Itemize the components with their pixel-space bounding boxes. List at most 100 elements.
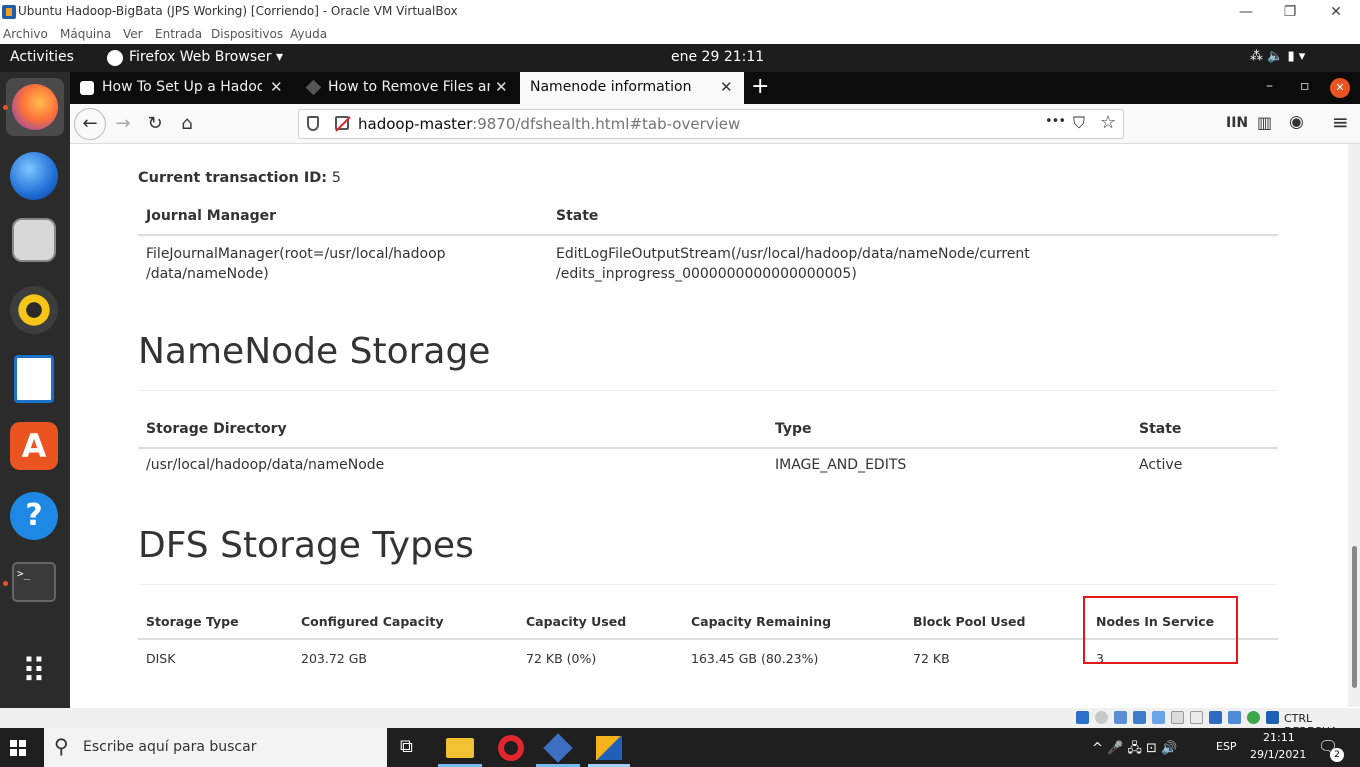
app-menu[interactable]: Firefox Web Browser ▾	[129, 49, 283, 65]
journal-manager-cell: FileJournalManager(root=/usr/local/hadoo…	[138, 234, 548, 294]
shared-folders-icon[interactable]	[1171, 711, 1184, 724]
optical-drive-icon[interactable]	[1095, 711, 1108, 724]
opera-icon[interactable]	[498, 735, 524, 761]
back-button[interactable]: ←	[74, 108, 106, 140]
menu-entrada[interactable]: Entrada	[155, 27, 202, 41]
virtualbox-icon	[2, 5, 16, 19]
window-title: Ubuntu Hadoop-BigBata (JPS Working) [Cor…	[18, 4, 458, 18]
virtualbox-title-bar: Ubuntu Hadoop-BigBata (JPS Working) [Cor…	[0, 0, 1360, 24]
current-transaction-id: Current transaction ID: 5	[138, 170, 341, 186]
firefox-close-button[interactable]: ✕	[1330, 78, 1350, 98]
firefox-small-icon	[107, 50, 123, 66]
taskbar-search-box[interactable]: ⚲ Escribe aquí para buscar	[44, 728, 387, 767]
tab-close-icon[interactable]: ✕	[270, 78, 283, 96]
firefox-icon	[12, 84, 58, 130]
bookmark-star-icon[interactable]: ☆	[1100, 112, 1116, 133]
dock-item-firefox[interactable]	[6, 78, 64, 136]
rhythmbox-icon[interactable]	[10, 286, 58, 334]
ubuntu-software-icon[interactable]: A	[10, 422, 58, 470]
search-icon: ⚲	[54, 734, 69, 758]
home-button[interactable]: ⌂	[172, 110, 202, 138]
menu-ayuda[interactable]: Ayuda	[290, 27, 327, 41]
tracking-shield-icon[interactable]	[307, 116, 319, 131]
restore-button[interactable]: ❐	[1267, 2, 1313, 22]
search-placeholder: Escribe aquí para buscar	[83, 739, 257, 755]
capacity-used-cell: 72 KB (0%)	[518, 638, 683, 675]
thunderbird-icon[interactable]	[10, 152, 58, 200]
highlight-box	[1083, 596, 1238, 664]
firefox-minimize-button[interactable]: –	[1266, 78, 1273, 94]
notification-count-badge: 2	[1330, 748, 1344, 762]
virtualbox-taskbar-icon[interactable]	[543, 733, 573, 763]
journal-state-cell: EditLogFileOutputStream(/usr/local/hadoo…	[548, 234, 1278, 294]
audio-status-icon[interactable]	[1114, 711, 1127, 724]
storage-type-cell: IMAGE_AND_EDITS	[767, 447, 1131, 484]
keyboard-capture-icon[interactable]	[1266, 711, 1279, 724]
usb-status-icon[interactable]	[1152, 711, 1165, 724]
account-icon[interactable]: ◉	[1289, 112, 1304, 132]
system-tray-icons[interactable]: ^ 🎤 🖧 ⊡ 🔊	[1092, 739, 1177, 761]
firefox-restore-button[interactable]: ▫	[1300, 78, 1310, 94]
show-applications-icon[interactable]: ⠿	[14, 652, 54, 692]
hamburger-menu-icon[interactable]: ≡	[1332, 110, 1349, 134]
network-status-icon[interactable]	[1133, 711, 1146, 724]
reload-button[interactable]: ↻	[140, 110, 170, 138]
header-storage-directory: Storage Directory	[138, 411, 767, 449]
windows-start-icon[interactable]	[10, 740, 26, 756]
minimize-button[interactable]: —	[1223, 2, 1269, 22]
menu-archivo[interactable]: Archivo	[3, 27, 48, 41]
tab-how-to-remove-files[interactable]: How to Remove Files and ✕	[296, 72, 520, 104]
tab-close-icon[interactable]: ✕	[495, 78, 508, 96]
taskbar-time[interactable]: 21:11	[1263, 731, 1295, 744]
library-icon[interactable]: IIN	[1226, 115, 1248, 131]
running-indicator	[3, 105, 8, 110]
new-tab-button[interactable]: +	[751, 74, 769, 99]
firefox-tab-bar: How To Set Up a Hadoop ✕ How to Remove F…	[70, 72, 1360, 104]
page-scrollbar[interactable]	[1348, 144, 1360, 707]
storage-directory-cell: /usr/local/hadoop/data/nameNode	[138, 447, 767, 484]
input-language[interactable]: ESP	[1216, 740, 1237, 753]
storage-state-cell: Active	[1131, 447, 1278, 484]
medium-favicon-icon	[80, 81, 94, 95]
url-text[interactable]: hadoop-master:9870/dfshealth.html#tab-ov…	[358, 115, 740, 133]
table-row: FileJournalManager(root=/usr/local/hadoo…	[138, 234, 1278, 294]
header-type: Type	[767, 411, 1131, 449]
tab-namenode-information[interactable]: Namenode information ✕	[520, 72, 744, 104]
vt-x-status-icon[interactable]	[1228, 711, 1241, 724]
libreoffice-writer-icon[interactable]	[14, 355, 54, 403]
close-button[interactable]: ✕	[1313, 2, 1359, 22]
file-explorer-icon[interactable]	[446, 738, 474, 758]
running-indicator	[3, 581, 8, 586]
activities-button[interactable]: Activities	[10, 49, 74, 65]
clock[interactable]: ene 29 21:11	[671, 49, 764, 65]
url-bar[interactable]: hadoop-master:9870/dfshealth.html#tab-ov…	[298, 109, 1124, 139]
recording-status-icon[interactable]	[1209, 711, 1222, 724]
vm-window-taskbar-icon[interactable]	[596, 736, 622, 760]
tab-close-icon[interactable]: ✕	[720, 78, 733, 96]
menu-ver[interactable]: Ver	[123, 27, 143, 41]
display-status-icon[interactable]	[1190, 711, 1203, 724]
pocket-icon[interactable]: ⛉	[1073, 113, 1085, 133]
storage-status-icon[interactable]	[1076, 711, 1089, 724]
tab-label: How To Set Up a Hadoop	[102, 79, 262, 95]
firefox-navigation-bar: ← → ↻ ⌂ hadoop-master:9870/dfshealth.htm…	[70, 104, 1360, 144]
tab-how-to-set-up-hadoop[interactable]: How To Set Up a Hadoop ✕	[70, 72, 295, 104]
files-icon[interactable]	[12, 218, 56, 262]
task-view-icon[interactable]: ⧉	[400, 736, 413, 757]
help-icon[interactable]: ?	[10, 492, 58, 540]
terminal-icon[interactable]: >_	[12, 562, 56, 602]
header-storage-type: Storage Type	[138, 604, 293, 640]
menu-dispositivos[interactable]: Dispositivos	[211, 27, 283, 41]
system-status-icons[interactable]: ⁂ 🔈 ▮ ▾	[1250, 49, 1305, 64]
virtualbox-menu-bar: Archivo Máquina Ver Entrada Dispositivos…	[0, 24, 1360, 44]
mouse-integration-icon[interactable]	[1247, 711, 1260, 724]
windows-taskbar: ⚲ Escribe aquí para buscar ⧉ ^ 🎤 🖧 ⊡ 🔊 E…	[0, 728, 1360, 767]
menu-maquina[interactable]: Máquina	[60, 27, 111, 41]
forward-button[interactable]: →	[108, 110, 138, 138]
scrollbar-thumb[interactable]	[1352, 546, 1357, 688]
page-actions-button[interactable]: •••	[1045, 114, 1066, 129]
sidebar-icon[interactable]: ▥	[1257, 113, 1272, 132]
taskbar-date[interactable]: 29/1/2021	[1250, 748, 1306, 761]
ubuntu-dock: A ? >_ ⠿	[0, 72, 70, 708]
header-block-pool-used: Block Pool Used	[905, 604, 1088, 640]
